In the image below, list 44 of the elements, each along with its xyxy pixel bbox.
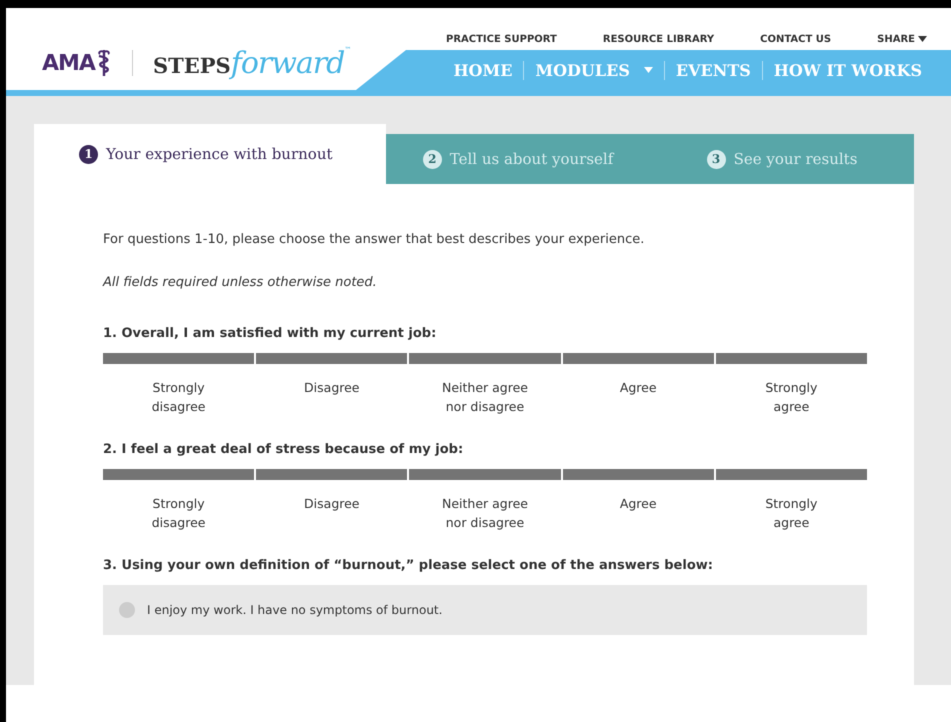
- intro-text: For questions 1-10, please choose the answer that best describes your experience.: [103, 232, 646, 247]
- option-label: Strongly disagree: [150, 379, 206, 416]
- radio-button[interactable]: [119, 602, 135, 618]
- top-link[interactable]: SHARE: [877, 34, 927, 44]
- option-label: Disagree: [303, 379, 360, 397]
- scale-option[interactable]: Strongly agree: [716, 353, 867, 416]
- option-label: Strongly agree: [764, 379, 818, 416]
- caret-icon: [644, 67, 653, 73]
- scale-option[interactable]: Disagree: [256, 469, 408, 532]
- required-note: All fields required unless otherwise noted.: [103, 275, 378, 290]
- option-label: Agree: [618, 495, 658, 513]
- top-link[interactable]: CONTACT US: [760, 34, 832, 44]
- scale-option[interactable]: Disagree: [256, 353, 408, 416]
- step-tab[interactable]: 2 Tell us about yourself: [386, 134, 650, 184]
- question-text: 3. Using your own definition of “burnout,” please select one of the answers below:: [103, 558, 714, 573]
- question-text: 2. I feel a great deal of stress because of my job:: [103, 442, 464, 457]
- scale-option[interactable]: Strongly disagree: [103, 469, 254, 532]
- caret-icon: [918, 36, 927, 42]
- top-link[interactable]: RESOURCE LIBRARY: [602, 34, 714, 44]
- option-label: Strongly disagree: [150, 495, 206, 532]
- scale-option[interactable]: Neither agree nor disagree: [409, 469, 561, 532]
- question-text: 1. Overall, I am satisfied with my current job:: [103, 326, 438, 341]
- option-label: Disagree: [303, 495, 360, 513]
- option-label: Strongly agree: [764, 495, 818, 532]
- brand-logo-text: STEPS: [152, 52, 231, 78]
- step-number: 2: [422, 150, 442, 168]
- scale-option[interactable]: Agree: [562, 353, 714, 416]
- brand-logo-script: forward: [230, 46, 344, 80]
- step-tab[interactable]: 1 Your experience with burnout: [34, 124, 386, 184]
- scale-option[interactable]: Agree: [562, 469, 714, 532]
- radio-option[interactable]: I enjoy my work. I have no symptoms of burnout.: [103, 585, 867, 635]
- scale-option[interactable]: Neither agree nor disagree: [409, 353, 561, 416]
- step-tab[interactable]: 3 See your results: [650, 134, 914, 184]
- step-number: 3: [706, 150, 726, 168]
- option-label: Agree: [618, 379, 658, 397]
- option-label: Neither agree nor disagree: [440, 495, 529, 532]
- caduceus-icon: [96, 48, 112, 78]
- step-number: 1: [79, 144, 98, 164]
- radio-label: I enjoy my work. I have no symptoms of burnout.: [147, 603, 442, 617]
- scale-option[interactable]: Strongly disagree: [103, 353, 254, 416]
- option-label: Neither agree nor disagree: [440, 379, 529, 416]
- top-link[interactable]: PRACTICE SUPPORT: [446, 34, 557, 44]
- scale-option[interactable]: Strongly agree: [716, 469, 867, 532]
- org-logo-text: AMA: [42, 50, 95, 76]
